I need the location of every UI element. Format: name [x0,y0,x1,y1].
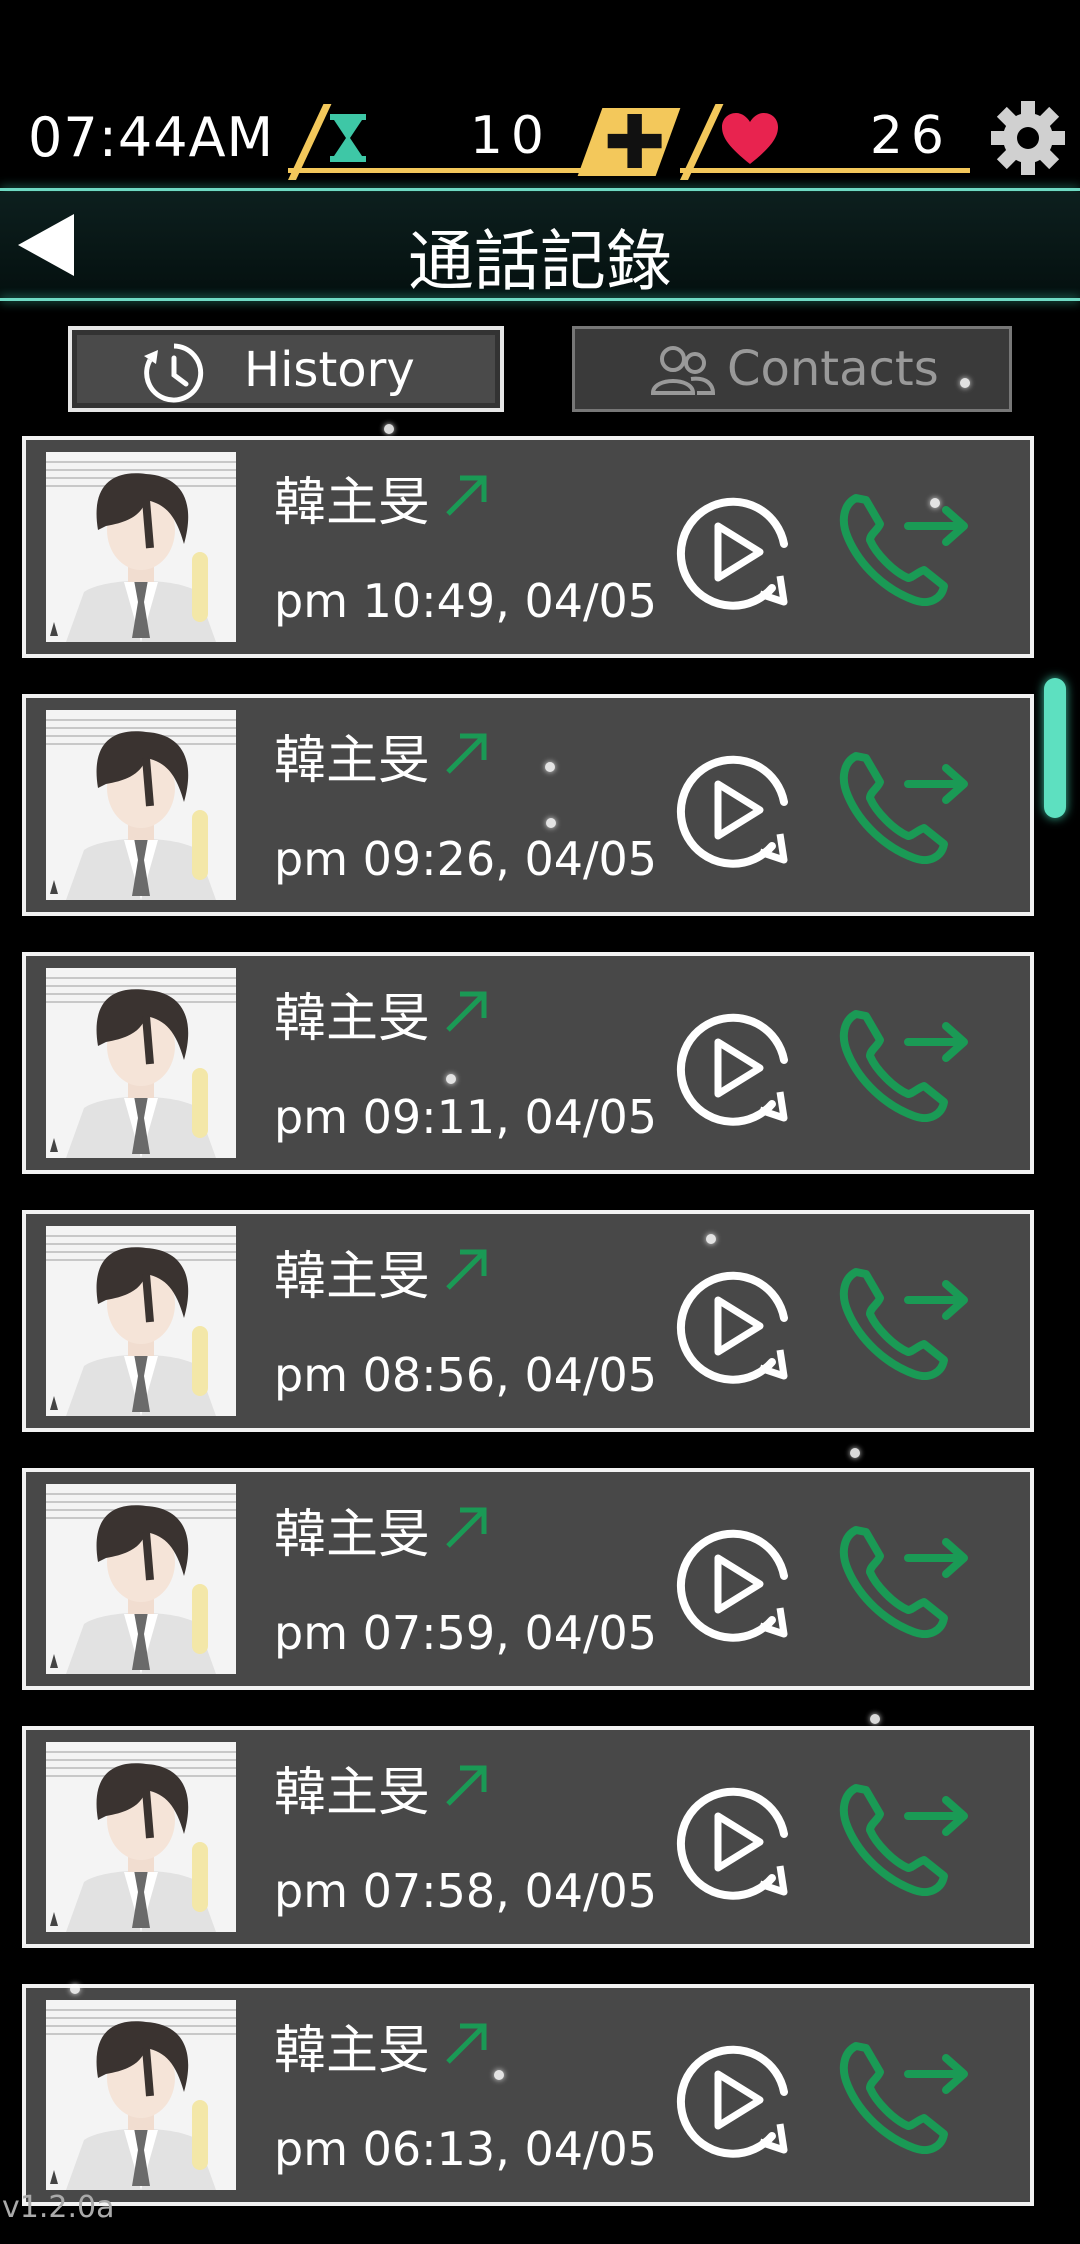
caller-name: 韓主旻 [274,1505,431,1565]
avatar [46,1742,236,1932]
hourglass-icon [330,114,366,162]
call-timestamp: pm 08:56, 04/05 [274,1348,658,1402]
caller-name: 韓主旻 [274,473,431,533]
outgoing-arrow-icon [446,1765,487,1806]
gear-icon[interactable] [990,100,1066,176]
phone-call-icon[interactable] [838,2038,968,2154]
phone-call-icon[interactable] [838,748,968,864]
status-bar: 07:44AM 10 ✚ 26 [0,96,1080,186]
call-timestamp: pm 10:49, 04/05 [274,574,658,628]
outgoing-arrow-icon [446,991,487,1032]
call-history-item[interactable]: 韓主旻 pm 07:58, 04/05 [22,1726,1034,1948]
avatar [46,1484,236,1674]
phone-call-icon[interactable] [838,490,968,606]
outgoing-arrow-icon [446,733,487,774]
page-title: 通話記錄 [408,223,672,300]
header-bottom-line [0,298,1080,301]
phone-call-icon[interactable] [838,1264,968,1380]
tab-history-label: History [244,342,415,398]
call-timestamp: pm 07:58, 04/05 [274,1864,658,1918]
call-history-item[interactable]: 韓主旻 pm 08:56, 04/05 [22,1210,1034,1432]
version-label: v1.2.0a [2,2190,115,2225]
phone-call-icon[interactable] [838,1780,968,1896]
replay-icon[interactable] [672,490,796,614]
call-timestamp: pm 09:11, 04/05 [274,1090,658,1144]
outgoing-arrow-icon [446,2023,487,2064]
call-history-item[interactable]: 韓主旻 pm 07:59, 04/05 [22,1468,1034,1690]
caller-name: 韓主旻 [274,731,431,791]
caller-name: 韓主旻 [274,989,431,1049]
avatar [46,2000,236,2190]
tab-contacts-label: Contacts [727,341,939,397]
avatar [46,968,236,1158]
caller-name: 韓主旻 [274,2021,431,2081]
avatar [46,452,236,642]
replay-icon[interactable] [672,1780,796,1904]
call-history-item[interactable]: 韓主旻 pm 10:49, 04/05 [22,436,1034,658]
add-hourglass-button[interactable]: ✚ [577,100,681,186]
replay-icon[interactable] [672,2038,796,2162]
call-history-item[interactable]: 韓主旻 pm 06:13, 04/05 [22,1984,1034,2206]
outgoing-arrow-icon [446,1249,487,1290]
scrollbar[interactable] [1044,678,1066,818]
caller-name: 韓主旻 [274,1763,431,1823]
hourglass-gauge: 10 ✚ [288,100,681,186]
call-timestamp: pm 06:13, 04/05 [274,2122,658,2176]
avatar [46,710,236,900]
replay-icon[interactable] [672,1264,796,1388]
call-timestamp: pm 07:59, 04/05 [274,1606,658,1660]
replay-icon[interactable] [672,1006,796,1130]
header-top-line [0,188,1080,191]
outgoing-arrow-icon [446,1507,487,1548]
screen-header: 通話記錄 [0,192,1080,300]
heart-gauge: 26 [680,104,970,180]
heart-icon [722,113,778,164]
hourglass-count: 10 [469,106,552,166]
clock-icon [144,343,204,403]
call-history-item[interactable]: 韓主旻 pm 09:26, 04/05 [22,694,1034,916]
avatar [46,1226,236,1416]
phone-call-icon[interactable] [838,1006,968,1122]
call-history-list: 韓主旻 pm 10:49, 04/05 韓主旻 pm 09:26, 04/05 … [22,436,1034,2242]
tab-contacts[interactable]: Contacts [572,326,1012,412]
call-history-item[interactable]: 韓主旻 pm 09:11, 04/05 [22,952,1034,1174]
clock-time: 07:44AM [28,106,275,169]
call-timestamp: pm 09:26, 04/05 [274,832,658,886]
heart-count: 26 [869,106,952,166]
phone-call-icon[interactable] [838,1522,968,1638]
caller-name: 韓主旻 [274,1247,431,1307]
plus-icon: ✚ [603,100,666,186]
replay-icon[interactable] [672,748,796,872]
replay-icon[interactable] [672,1522,796,1646]
outgoing-arrow-icon [446,475,487,516]
tab-history[interactable]: History [68,326,504,412]
contacts-icon [651,346,715,395]
